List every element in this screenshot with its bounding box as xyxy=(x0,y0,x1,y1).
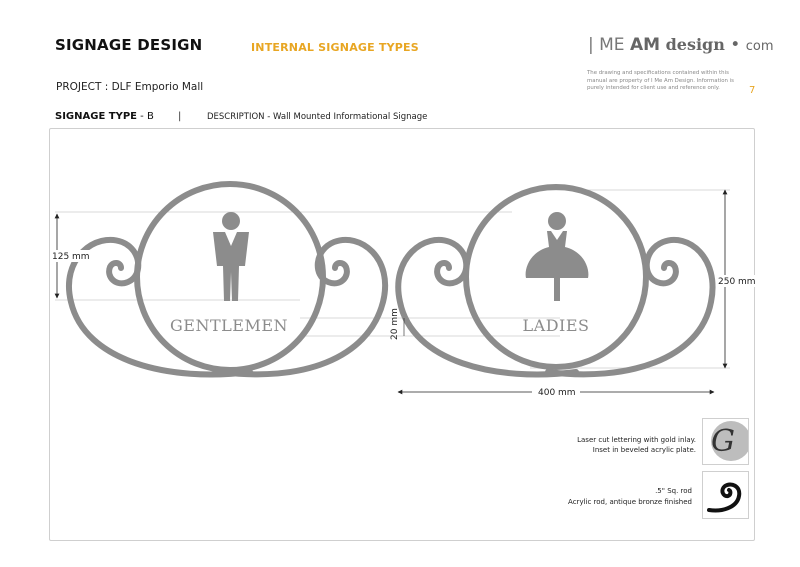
signage-drawing: GENTLEMEN LADIES 125 mm 250 mm 400 mm 20… xyxy=(51,181,756,398)
lettering-swatch: G xyxy=(702,418,751,465)
dimension-text-height-label: 20 mm xyxy=(390,308,400,340)
dimension-height-small-label: 125 mm xyxy=(52,252,90,262)
note-rod: .5" Sq. rod Acrylic rod, antique bronze … xyxy=(560,486,692,507)
male-figure-icon xyxy=(213,212,249,301)
note-rod-size: .5" Sq. rod xyxy=(655,487,692,495)
dimension-height-total: 250 mm xyxy=(716,189,756,369)
note-rod-finish: Acrylic rod, antique bronze finished xyxy=(568,498,692,506)
swatch-letter: G xyxy=(711,424,735,459)
female-figure-icon xyxy=(525,212,589,301)
sign-ladies-label: LADIES xyxy=(523,316,590,335)
dimension-height-total-label: 250 mm xyxy=(718,277,756,287)
gold-letter-swatch-icon: G xyxy=(711,421,751,461)
sign-gentlemen-right-scroll xyxy=(219,237,388,378)
sign-gentlemen-label: GENTLEMEN xyxy=(170,316,288,335)
scroll-rod-icon xyxy=(707,482,742,513)
dimension-width-label: 400 mm xyxy=(538,388,576,398)
rod-swatch xyxy=(702,471,749,519)
note-lettering: Laser cut lettering with gold inlay. Ins… xyxy=(577,436,696,454)
dimension-width: 400 mm xyxy=(397,386,715,398)
